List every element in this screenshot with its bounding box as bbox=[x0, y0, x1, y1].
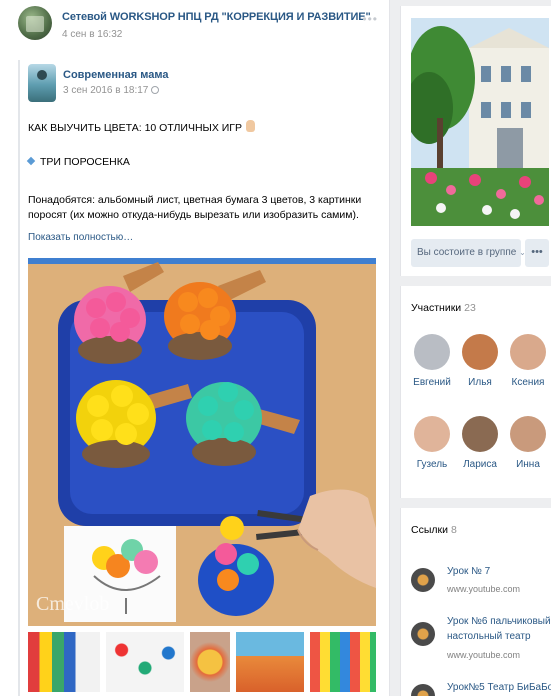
member-avatar bbox=[414, 334, 450, 370]
member-item[interactable]: Ксения bbox=[506, 334, 550, 388]
member-item[interactable]: Лариса bbox=[458, 416, 502, 470]
building-illustration bbox=[411, 18, 549, 226]
feed-post-card: Сетевой WORKSHOP НПЦ РД "КОРРЕКЦИЯ И РАЗ… bbox=[0, 0, 390, 696]
post-title-text: КАК ВЫУЧИТЬ ЦВЕТА: 10 ОТЛИЧНЫХ ИГР bbox=[28, 122, 242, 134]
member-name: Гузель bbox=[416, 459, 448, 470]
group-name-link[interactable]: Сетевой WORKSHOP НПЦ РД "КОРРЕКЦИЯ И РАЗ… bbox=[62, 11, 371, 23]
membership-label: Вы состоите в группе bbox=[417, 247, 517, 258]
thumbnail-1[interactable] bbox=[28, 632, 100, 692]
member-item[interactable]: Илья bbox=[458, 334, 502, 388]
thumbnail-3[interactable] bbox=[190, 632, 230, 692]
thumbnail-4[interactable] bbox=[236, 632, 304, 692]
game-heading-text: ТРИ ПОРОСЕНКА bbox=[40, 156, 130, 168]
post-header: Сетевой WORKSHOP НПЦ РД "КОРРЕКЦИЯ И РАЗ… bbox=[18, 6, 378, 50]
repost-divider bbox=[18, 60, 20, 696]
member-avatar bbox=[414, 416, 450, 452]
link-thumbnail bbox=[411, 684, 435, 696]
author-avatar[interactable] bbox=[28, 64, 56, 102]
post-main-photo[interactable]: Сmevlob bbox=[28, 258, 376, 626]
member-avatar bbox=[462, 416, 498, 452]
member-name: Илья bbox=[468, 377, 492, 388]
blue-diamond-icon bbox=[26, 156, 36, 166]
show-more-link[interactable]: Показать полностью… bbox=[28, 232, 133, 243]
svg-text:Сmevlob: Сmevlob bbox=[36, 593, 109, 615]
group-cover-photo[interactable] bbox=[411, 18, 549, 226]
member-name: Лариса bbox=[463, 459, 497, 470]
post-body: Понадобятся: альбомный лист, цветная бум… bbox=[28, 194, 362, 221]
thumbnail-5[interactable] bbox=[310, 632, 376, 692]
links-header[interactable]: Ссылки 8 bbox=[411, 524, 457, 536]
member-name: Евгений bbox=[413, 377, 451, 388]
member-item[interactable]: Гузель bbox=[410, 416, 454, 470]
game-heading: ТРИ ПОРОСЕНКА bbox=[26, 155, 130, 170]
photo-thumbnails bbox=[28, 632, 376, 692]
post-menu-icon[interactable]: ••• bbox=[362, 12, 378, 26]
photo-illustration: Сmevlob bbox=[28, 258, 376, 626]
repost-header: Современная мама 3 сен 2016 в 18:17 bbox=[28, 64, 368, 104]
link-thumbnail bbox=[411, 622, 435, 646]
links-card: Ссылки 8 Урок № 7 www.youtube.com Урок №6… bbox=[400, 508, 551, 696]
members-count: 23 bbox=[464, 302, 476, 314]
group-cover-card: Вы состоите в группе ⌄ ••• bbox=[400, 6, 551, 276]
link-title[interactable]: Урок№5 Театр БиБаБо bbox=[447, 680, 551, 695]
clock-icon bbox=[151, 86, 160, 94]
member-name: Ксения bbox=[511, 377, 545, 388]
link-title[interactable]: Урок №6 пальчиковый настольный театр bbox=[447, 614, 551, 644]
member-item[interactable]: Евгений bbox=[410, 334, 454, 388]
link-thumbnail bbox=[411, 568, 435, 592]
thumbnail-2[interactable] bbox=[106, 632, 184, 692]
page: Сетевой WORKSHOP НПЦ РД "КОРРЕКЦИЯ И РАЗ… bbox=[0, 0, 551, 696]
group-actions-button[interactable]: ••• bbox=[525, 239, 549, 267]
pointing-finger-icon bbox=[245, 120, 255, 132]
members-card: Участники 23 Евгений Илья Ксения Гузель Л… bbox=[400, 286, 551, 498]
links-title: Ссылки bbox=[411, 524, 448, 536]
post-title: КАК ВЫУЧИТЬ ЦВЕТА: 10 ОТЛИЧНЫХ ИГР bbox=[28, 120, 255, 136]
member-avatar bbox=[510, 416, 546, 452]
member-avatar bbox=[462, 334, 498, 370]
link-title[interactable]: Урок № 7 bbox=[447, 564, 551, 579]
repost-date-text[interactable]: 3 сен 2016 в 18:17 bbox=[63, 85, 148, 96]
repost-date[interactable]: 3 сен 2016 в 18:17 bbox=[63, 85, 160, 96]
member-avatar bbox=[510, 334, 546, 370]
post-date[interactable]: 4 сен в 16:32 bbox=[62, 29, 122, 40]
link-url: www.youtube.com bbox=[447, 584, 521, 594]
members-header[interactable]: Участники 23 bbox=[411, 302, 476, 314]
member-name: Инна bbox=[516, 459, 540, 470]
member-item[interactable]: Инна bbox=[506, 416, 550, 470]
repost-author-link[interactable]: Современная мама bbox=[63, 69, 168, 81]
group-avatar[interactable] bbox=[18, 6, 52, 40]
links-count: 8 bbox=[450, 524, 457, 536]
membership-button[interactable]: Вы состоите в группе ⌄ bbox=[411, 239, 526, 267]
members-title: Участники bbox=[411, 302, 462, 314]
link-url: www.youtube.com bbox=[447, 650, 521, 660]
